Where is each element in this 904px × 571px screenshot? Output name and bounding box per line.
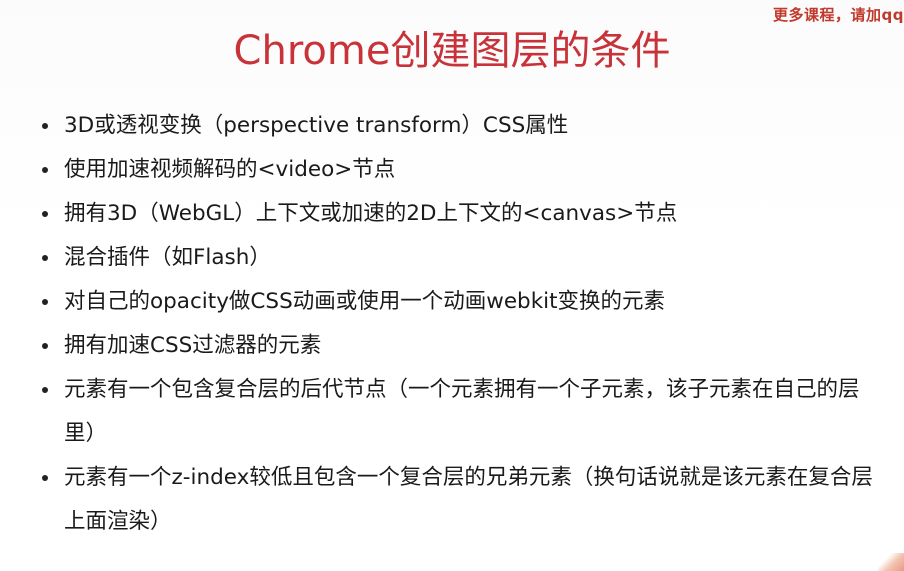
bullet-list: 3D或透视变换（perspective transform）CSS属性 使用加速… (40, 104, 890, 544)
bullet-text: 拥有加速CSS过滤器的元素 (64, 333, 322, 358)
bullet-text: 对自己的opacity做CSS动画或使用一个动画webkit变换的元素 (64, 289, 666, 314)
bullet-text: 使用加速视频解码的<video>节点 (64, 157, 396, 182)
bullet-item: 3D或透视变换（perspective transform）CSS属性 (40, 104, 890, 148)
bullet-dot-icon (42, 123, 48, 129)
slide: 更多课程，请加qq Chrome创建图层的条件 3D或透视变换（perspect… (0, 0, 904, 571)
bullet-dot-icon (42, 343, 48, 349)
bullet-text: 混合插件（如Flash） (64, 245, 271, 270)
bullet-dot-icon (42, 299, 48, 305)
bullet-dot-icon (42, 167, 48, 173)
bullet-text: 拥有3D（WebGL）上下文或加速的2D上下文的<canvas>节点 (64, 201, 678, 226)
bullet-item: 拥有3D（WebGL）上下文或加速的2D上下文的<canvas>节点 (40, 192, 890, 236)
bullet-dot-icon (42, 475, 48, 481)
bullet-text: 元素有一个z-index较低且包含一个复合层的兄弟元素（换句话说就是该元素在复合… (64, 465, 873, 534)
bullet-dot-icon (42, 211, 48, 217)
bullet-item: 拥有加速CSS过滤器的元素 (40, 324, 890, 368)
bullet-item: 混合插件（如Flash） (40, 236, 890, 280)
bullet-dot-icon (42, 387, 48, 393)
bullet-item: 对自己的opacity做CSS动画或使用一个动画webkit变换的元素 (40, 280, 890, 324)
bullet-text: 元素有一个包含复合层的后代节点（一个元素拥有一个子元素，该子元素在自己的层里） (64, 377, 860, 446)
bullet-item: 元素有一个包含复合层的后代节点（一个元素拥有一个子元素，该子元素在自己的层里） (40, 368, 890, 456)
slide-title: Chrome创建图层的条件 (233, 28, 671, 74)
bullet-text: 3D或透视变换（perspective transform）CSS属性 (64, 113, 569, 138)
bullet-item: 使用加速视频解码的<video>节点 (40, 148, 890, 192)
bullet-item: 元素有一个z-index较低且包含一个复合层的兄弟元素（换句话说就是该元素在复合… (40, 456, 890, 544)
bullet-dot-icon (42, 255, 48, 261)
corner-decoration-icon (878, 553, 904, 571)
